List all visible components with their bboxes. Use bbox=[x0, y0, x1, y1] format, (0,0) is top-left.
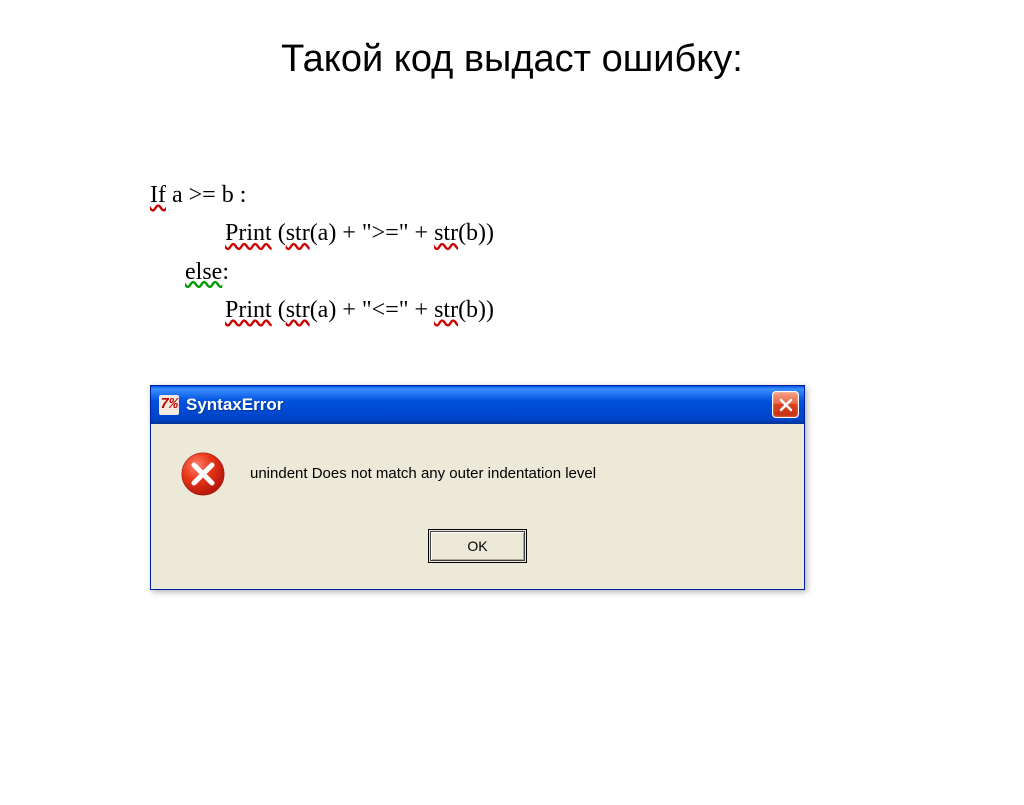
error-dialog: 7% SyntaxError bbox=[150, 385, 805, 590]
code-line-2: Print (str(a) + ">=" + str(b)) bbox=[225, 214, 1024, 252]
error-icon bbox=[181, 452, 225, 496]
close-icon bbox=[779, 398, 793, 412]
code-line-4: Print (str(a) + "<=" + str(b)) bbox=[225, 291, 1024, 329]
dialog-body: unindent Does not match any outer indent… bbox=[151, 424, 804, 589]
close-button[interactable] bbox=[772, 391, 799, 418]
code-line-3: else: bbox=[185, 253, 1024, 291]
ok-button[interactable]: OK bbox=[430, 531, 525, 561]
code-line-1: If a >= b : bbox=[150, 176, 1024, 214]
error-message: unindent Does not match any outer indent… bbox=[250, 465, 596, 482]
dialog-titlebar[interactable]: 7% SyntaxError bbox=[151, 386, 804, 424]
titlebar-icon: 7% bbox=[159, 395, 179, 415]
dialog-title: SyntaxError bbox=[186, 395, 772, 415]
slide-title: Такой код выдаст ошибку: bbox=[0, 38, 1024, 81]
code-block: If a >= b : Print (str(a) + ">=" + str(b… bbox=[150, 176, 1024, 330]
